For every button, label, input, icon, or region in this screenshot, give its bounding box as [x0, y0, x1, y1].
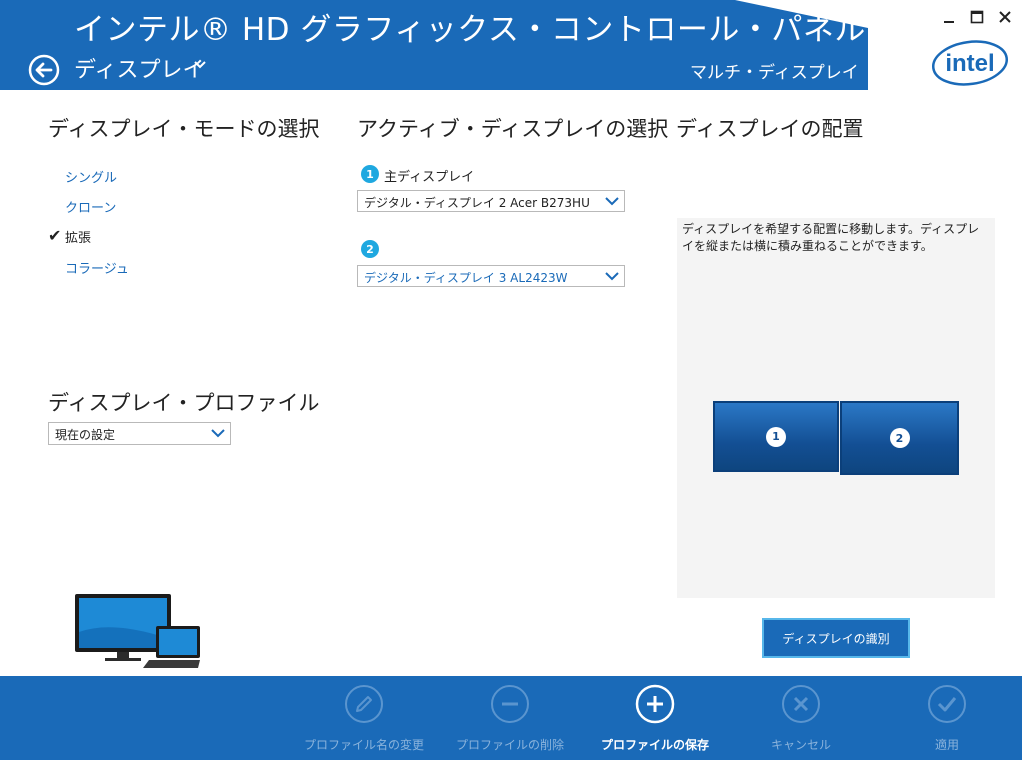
save-profile-label: プロファイルの保存	[600, 738, 709, 752]
identify-displays-button[interactable]: ディスプレイの識別	[762, 618, 910, 658]
rename-profile-button[interactable]: プロファイル名の変更	[294, 676, 434, 760]
minimize-icon[interactable]	[940, 6, 958, 28]
display-2-value: デジタル・ディスプレイ 3 AL2423W	[364, 271, 568, 285]
profile-select[interactable]: 現在の設定	[48, 422, 231, 445]
delete-profile-label: プロファイルの削除	[455, 738, 564, 752]
rename-profile-label: プロファイル名の変更	[303, 738, 424, 752]
monitor-1[interactable]: 1	[713, 401, 839, 472]
display-2-select[interactable]: デジタル・ディスプレイ 3 AL2423W	[357, 265, 625, 287]
display-profile-heading: ディスプレイ・プロファイル	[48, 391, 320, 415]
checkmark-icon: ✔	[48, 226, 62, 245]
action-bar: プロファイル名の変更 プロファイルの削除 プロファイルの保存 キャンセル 適用	[0, 676, 1022, 760]
display-1-select[interactable]: デジタル・ディスプレイ 2 Acer B273HU	[357, 190, 625, 212]
chevron-down-icon	[605, 197, 619, 206]
monitor-1-number: 1	[766, 426, 786, 447]
apply-button[interactable]: 適用	[877, 676, 1017, 760]
chevron-down-icon	[605, 272, 619, 281]
chevron-down-icon[interactable]	[193, 58, 207, 72]
monitor-2-number: 2	[889, 428, 910, 448]
computer-illustration	[75, 594, 200, 668]
mode-clone[interactable]: クローン	[65, 197, 116, 216]
section-dropdown[interactable]: ディスプレイ	[74, 52, 204, 84]
delete-profile-button[interactable]: プロファイルの削除	[440, 676, 580, 760]
title-bar: インテル® HD グラフィックス・コントロール・パネル ディスプレイ マルチ・デ…	[0, 0, 1022, 90]
plus-icon	[635, 684, 675, 724]
cancel-button[interactable]: キャンセル	[731, 676, 871, 760]
primary-display-label: 主ディスプレイ	[384, 170, 475, 185]
mode-single[interactable]: シングル	[65, 167, 117, 186]
minus-icon	[491, 685, 529, 723]
svg-text:intel: intel	[945, 50, 994, 77]
app-title: インテル® HD グラフィックス・コントロール・パネル	[74, 12, 866, 48]
arrangement-panel: ディスプレイを希望する配置に移動します。ディスプレイを縦または横に積み重ねること…	[677, 218, 995, 598]
profile-value: 現在の設定	[55, 428, 116, 442]
display-1-value: デジタル・ディスプレイ 2 Acer B273HU	[364, 196, 590, 210]
subsection-title: マルチ・ディスプレイ	[690, 63, 859, 83]
x-icon	[782, 685, 820, 723]
save-profile-button[interactable]: プロファイルの保存	[585, 676, 725, 760]
intel-logo: intel	[931, 40, 1009, 86]
display-2-badge: 2	[361, 240, 379, 258]
mode-collage[interactable]: コラージュ	[65, 258, 129, 277]
chevron-down-icon	[211, 429, 225, 438]
display-1-badge: 1	[361, 165, 379, 183]
display-mode-heading: ディスプレイ・モードの選択	[48, 117, 320, 141]
pencil-icon	[345, 685, 383, 723]
window-controls	[940, 6, 1014, 28]
apply-label: 適用	[934, 738, 959, 752]
mode-extend[interactable]: 拡張	[65, 227, 91, 246]
close-icon[interactable]	[996, 6, 1014, 28]
active-display-heading: アクティブ・ディスプレイの選択	[357, 117, 669, 141]
back-arrow-icon[interactable]	[28, 54, 60, 86]
check-icon	[928, 685, 966, 723]
cancel-label: キャンセル	[770, 738, 831, 752]
display-arrangement-heading: ディスプレイの配置	[676, 117, 864, 141]
arrangement-instructions: ディスプレイを希望する配置に移動します。ディスプレイを縦または横に積み重ねること…	[682, 222, 980, 253]
monitor-2[interactable]: 2	[840, 401, 959, 475]
maximize-icon[interactable]	[968, 6, 986, 28]
